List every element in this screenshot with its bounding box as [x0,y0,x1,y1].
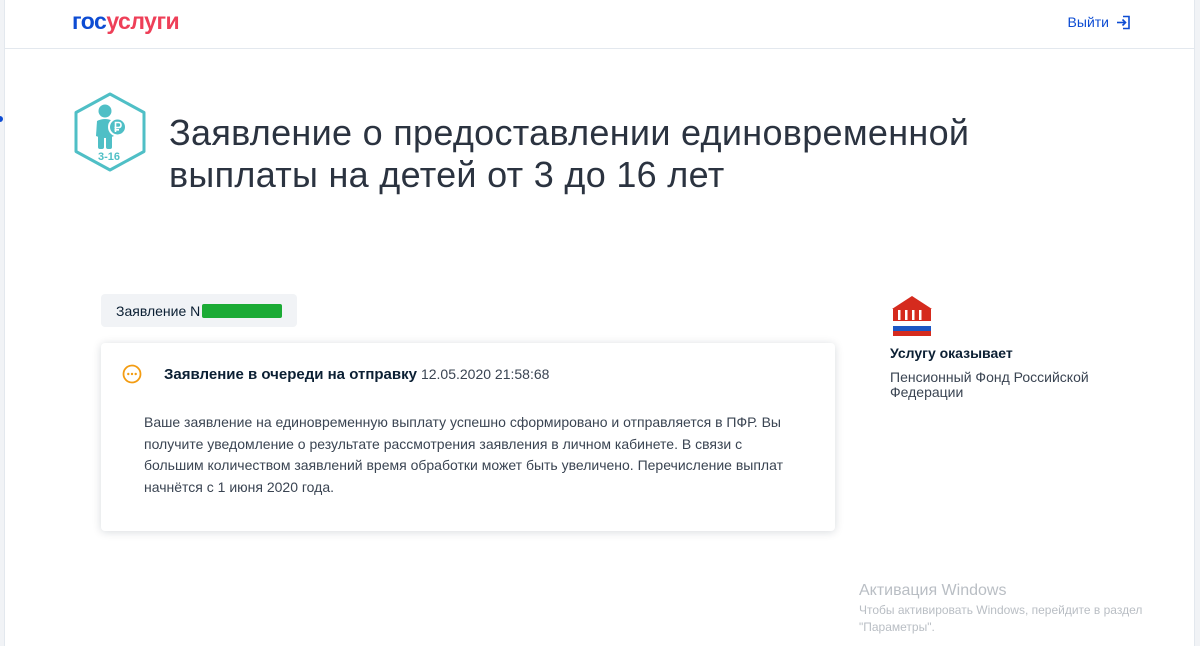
status-header: Заявление в очереди на отправку 12.05.202… [164,366,549,383]
gosuslugi-logo[interactable]: госуслуги [72,8,180,35]
application-number-label: Заявление N [116,302,201,319]
windows-activation-watermark: Активация Windows Чтобы активировать Win… [859,582,1195,636]
application-number-badge: Заявление N [101,294,298,327]
redacted-number [202,303,283,318]
service-provider: Услугу оказывает Пенсионный Фонд Российс… [890,293,1140,400]
pending-dots-icon [122,364,142,384]
child-payment-icon: 3-16 [72,91,148,173]
logout-button[interactable]: Выйти [1068,14,1131,30]
logo-part-uslugi: услуги [106,8,180,34]
top-header: госуслуги Выйти [5,0,1194,49]
window-left-edge [0,0,5,646]
logout-label: Выйти [1067,14,1109,30]
window-right-edge [1194,0,1200,646]
status-message: Ваше заявление на единовременную выплату… [144,414,783,495]
status-datetime: 12.05.2020 21:58:68 [420,366,550,382]
logo-part-gos: гос [72,8,107,34]
windows-activation-title: Активация Windows [859,582,1007,599]
status-card: Заявление в очереди на отправку 12.05.202… [101,343,835,531]
edge-indicator [0,116,3,122]
service-icon-label: 3-16 [98,151,120,163]
logout-icon [1117,15,1130,29]
provider-name: Пенсионный Фонд Российской Федерации [890,369,1089,400]
pfr-logo [892,296,932,336]
status-title: Заявление в очереди на отправку [164,366,417,383]
page-title: Заявление о предоставлении единовременно… [169,112,970,195]
provider-label: Услугу оказывает [890,345,1013,361]
windows-activation-subtitle: Чтобы активировать Windows, перейдите в … [859,603,1143,634]
